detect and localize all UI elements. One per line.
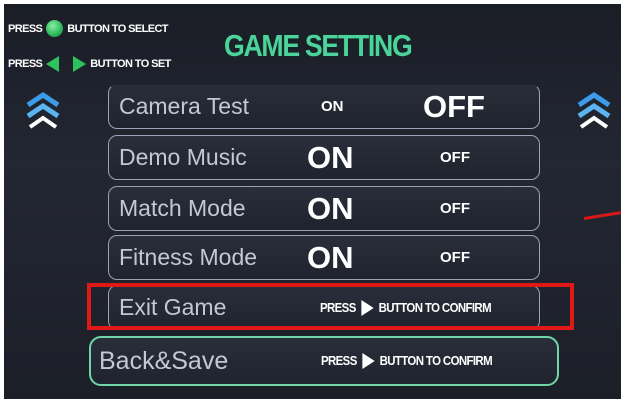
left-arrow-icon (46, 56, 60, 72)
set-hint-press: PRESS (8, 58, 43, 70)
confirm-arrow-icon (361, 353, 375, 369)
annotation-pointer-line (583, 210, 621, 220)
back-save-suffix: BUTTON TO CONFIRM (379, 353, 493, 368)
game-setting-screen: PRESS BUTTON TO SELECT PRESS BUTTON TO S… (4, 4, 621, 399)
back-save-press: PRESS (321, 353, 357, 368)
option-on-selected[interactable]: ON (307, 236, 354, 279)
option-off-selected[interactable]: OFF (423, 85, 485, 128)
back-save-confirm-hint: PRESS BUTTON TO CONFIRM (321, 338, 493, 384)
setting-label: Fitness Mode (119, 244, 258, 270)
option-on-selected[interactable]: ON (307, 187, 354, 230)
select-hint-press: PRESS (8, 22, 43, 35)
exit-game-highlight-annotation (87, 283, 574, 330)
back-save-label: Back&Save (99, 347, 229, 375)
scroll-up-right-icon[interactable] (576, 89, 612, 131)
green-button-icon (46, 20, 64, 37)
setting-row-demo-music[interactable]: Demo Music ON OFF (108, 135, 540, 180)
set-hint-suffix: BUTTON TO SET (90, 58, 171, 70)
option-off[interactable]: OFF (440, 236, 470, 279)
back-save-button[interactable]: Back&Save PRESS BUTTON TO CONFIRM (89, 336, 559, 386)
setting-row-match-mode[interactable]: Match Mode ON OFF (108, 186, 540, 231)
setting-label: Camera Test (119, 93, 249, 119)
select-hint-suffix: BUTTON TO SELECT (67, 22, 168, 35)
option-on-selected[interactable]: ON (307, 136, 354, 179)
setting-label: Demo Music (119, 144, 247, 170)
option-off[interactable]: OFF (440, 187, 470, 230)
page-title: GAME SETTING (224, 28, 413, 63)
setting-row-camera-test[interactable]: Camera Test ON OFF (108, 84, 540, 129)
right-arrow-icon (73, 56, 87, 72)
setting-row-fitness-mode[interactable]: Fitness Mode ON OFF (108, 235, 540, 280)
select-hint: PRESS BUTTON TO SELECT (8, 20, 169, 37)
setting-label: Match Mode (119, 195, 246, 221)
option-off[interactable]: OFF (440, 136, 470, 179)
scroll-up-left-icon[interactable] (25, 89, 61, 131)
set-hint: PRESS BUTTON TO SET (8, 56, 171, 72)
option-on[interactable]: ON (321, 85, 344, 128)
